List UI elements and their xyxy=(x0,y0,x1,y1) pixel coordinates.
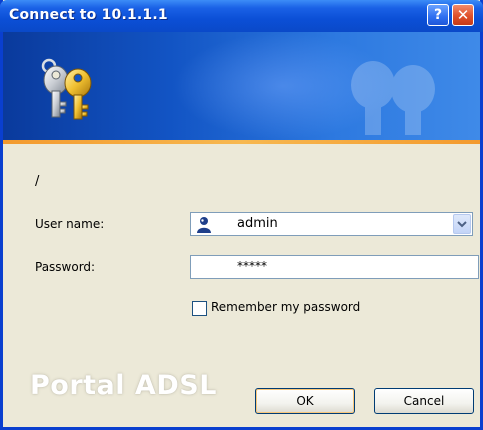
dropdown-button[interactable] xyxy=(453,214,471,234)
password-field[interactable]: ***** xyxy=(190,255,479,279)
realm-text: / xyxy=(35,174,40,189)
banner-stripe xyxy=(3,140,480,144)
username-label: User name: xyxy=(35,217,105,231)
watermark-keys-icon xyxy=(351,61,435,135)
remember-password-label[interactable]: Remember my password xyxy=(211,300,360,314)
ok-button[interactable]: OK xyxy=(255,388,355,414)
window-title: Connect to 10.1.1.1 xyxy=(9,7,168,23)
close-button[interactable]: ✕ xyxy=(452,4,474,26)
title-bar[interactable]: Connect to 10.1.1.1 ? ✕ xyxy=(0,0,483,32)
username-value: admin xyxy=(237,216,278,231)
username-combobox[interactable]: admin xyxy=(190,212,473,236)
login-dialog: Connect to 10.1.1.1 ? ✕ / User name: adm… xyxy=(0,0,483,430)
password-label: Password: xyxy=(35,260,96,274)
help-button[interactable]: ? xyxy=(427,4,449,26)
remember-password-checkbox[interactable] xyxy=(192,301,207,316)
keys-icon xyxy=(41,58,92,120)
portal-adsl-watermark: Portal ADSL xyxy=(30,370,217,401)
password-value: ***** xyxy=(237,259,267,273)
cancel-button[interactable]: Cancel xyxy=(374,388,474,414)
chevron-down-icon xyxy=(457,221,467,228)
user-icon xyxy=(197,217,211,233)
